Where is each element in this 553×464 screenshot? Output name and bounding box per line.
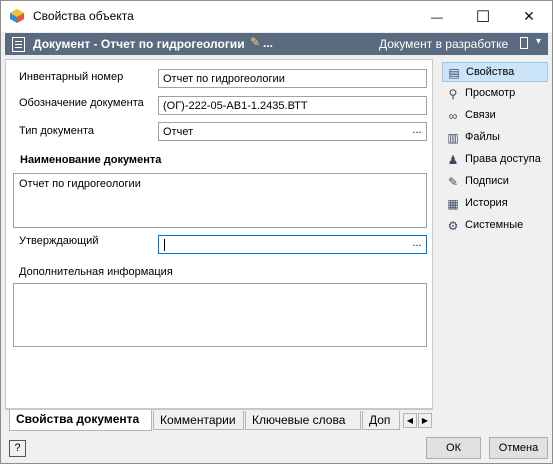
tabs-scroll-right-icon[interactable]: ▶ [418, 413, 432, 428]
document-name-textarea[interactable]: Отчет по гидрогеологии [13, 173, 427, 228]
properties-icon: ▤ [448, 66, 460, 80]
lifecycle-status[interactable]: Документ в разработке [379, 37, 508, 51]
link-icon: ∞ [448, 109, 458, 123]
sidebar-item-label: Файлы [465, 131, 500, 143]
sidebar-item-label: История [465, 197, 508, 209]
tab-document-properties[interactable]: Свойства документа [9, 410, 152, 431]
sidebar-item-access-rights[interactable]: ♟ Права доступа [442, 150, 548, 170]
sidebar-item-label: Системные [465, 219, 524, 231]
properties-dialog: Свойства объекта — ☐ ✕ Документ - Отчет … [0, 0, 553, 464]
help-button[interactable]: ? [9, 440, 26, 457]
system-gear-icon: ⚙ [447, 219, 459, 233]
sidebar-item-preview[interactable]: ⚲ Просмотр [442, 84, 548, 104]
object-header: Документ - Отчет по гидрогеологии ✎ ... … [5, 33, 548, 55]
files-icon: ▥ [447, 131, 459, 145]
doc-type-field[interactable]: Отчет ... [158, 122, 427, 141]
close-button[interactable]: ✕ [506, 1, 552, 32]
tabs-scroll-left-icon[interactable]: ◀ [403, 413, 417, 428]
tab-keywords[interactable]: Ключевые слова [245, 411, 361, 430]
inventory-label: Инвентарный номер [19, 71, 124, 83]
tab-additional[interactable]: Доп [362, 411, 400, 430]
document-name-heading: Наименование документа [20, 154, 162, 166]
magnifier-icon: ⚲ [448, 87, 458, 101]
sidebar-item-properties[interactable]: ▤ Свойства [442, 62, 548, 82]
close-icon: ✕ [523, 8, 535, 24]
header-more-button[interactable]: ... [263, 36, 273, 50]
maximize-button[interactable]: ☐ [460, 1, 506, 32]
sidebar-item-links[interactable]: ∞ Связи [442, 106, 548, 126]
doc-type-browse-button[interactable]: ... [409, 124, 425, 139]
designation-label: Обозначение документа [19, 97, 144, 109]
sidebar-item-label: Свойства [466, 66, 515, 78]
sidebar-item-system[interactable]: ⚙ Системные [442, 216, 548, 236]
dialog-footer: ? ОК Отмена [1, 432, 552, 463]
approver-field[interactable]: ... [158, 235, 427, 254]
status-document-icon[interactable] [520, 37, 528, 49]
sidebar-item-history[interactable]: ▦ История [442, 194, 548, 214]
app-logo-icon [10, 9, 24, 23]
approver-label: Утверждающий [19, 235, 99, 247]
approver-browse-button[interactable]: ... [409, 237, 425, 252]
ok-button[interactable]: ОК [426, 437, 481, 459]
minimize-icon: — [431, 9, 443, 24]
sidebar: ▤ Свойства ⚲ Просмотр ∞ Связи ▥ Файлы ♟ … [439, 59, 550, 409]
status-dropdown-icon[interactable]: ▾ [536, 36, 541, 47]
cancel-button[interactable]: Отмена [489, 437, 548, 459]
inventory-field[interactable]: Отчет по гидрогеологии [158, 69, 427, 88]
extra-info-textarea[interactable] [13, 283, 427, 347]
access-rights-icon: ♟ [447, 153, 459, 167]
sidebar-item-signatures[interactable]: ✎ Подписи [442, 172, 548, 192]
window-title: Свойства объекта [33, 9, 134, 23]
object-title: Документ - Отчет по гидрогеологии [33, 37, 245, 51]
sidebar-item-label: Права доступа [465, 153, 541, 165]
signature-icon: ✎ [447, 175, 459, 189]
doc-type-label: Тип документа [19, 125, 95, 137]
title-bar: Свойства объекта — ☐ ✕ [1, 1, 552, 32]
properties-panel: Инвентарный номер Отчет по гидрогеологии… [5, 59, 433, 409]
maximize-icon: ☐ [475, 8, 491, 26]
tab-comments[interactable]: Комментарии [153, 411, 244, 430]
designation-field[interactable]: (ОГ)-222-05-АВ1-1.2435.ВТТ [158, 96, 427, 115]
sidebar-item-label: Просмотр [465, 87, 516, 99]
doc-type-value: Отчет [163, 126, 194, 138]
text-cursor [164, 239, 165, 251]
extra-info-label: Дополнительная информация [19, 266, 173, 278]
pencil-icon[interactable]: ✎ [250, 35, 260, 49]
bottom-tab-strip: Свойства документа Комментарии Ключевые … [5, 409, 433, 432]
sidebar-item-label: Подписи [465, 175, 509, 187]
sidebar-item-label: Связи [465, 109, 496, 121]
sidebar-item-files[interactable]: ▥ Файлы [442, 128, 548, 148]
document-icon [12, 37, 25, 52]
minimize-button[interactable]: — [414, 1, 460, 32]
history-icon: ▦ [447, 197, 459, 211]
